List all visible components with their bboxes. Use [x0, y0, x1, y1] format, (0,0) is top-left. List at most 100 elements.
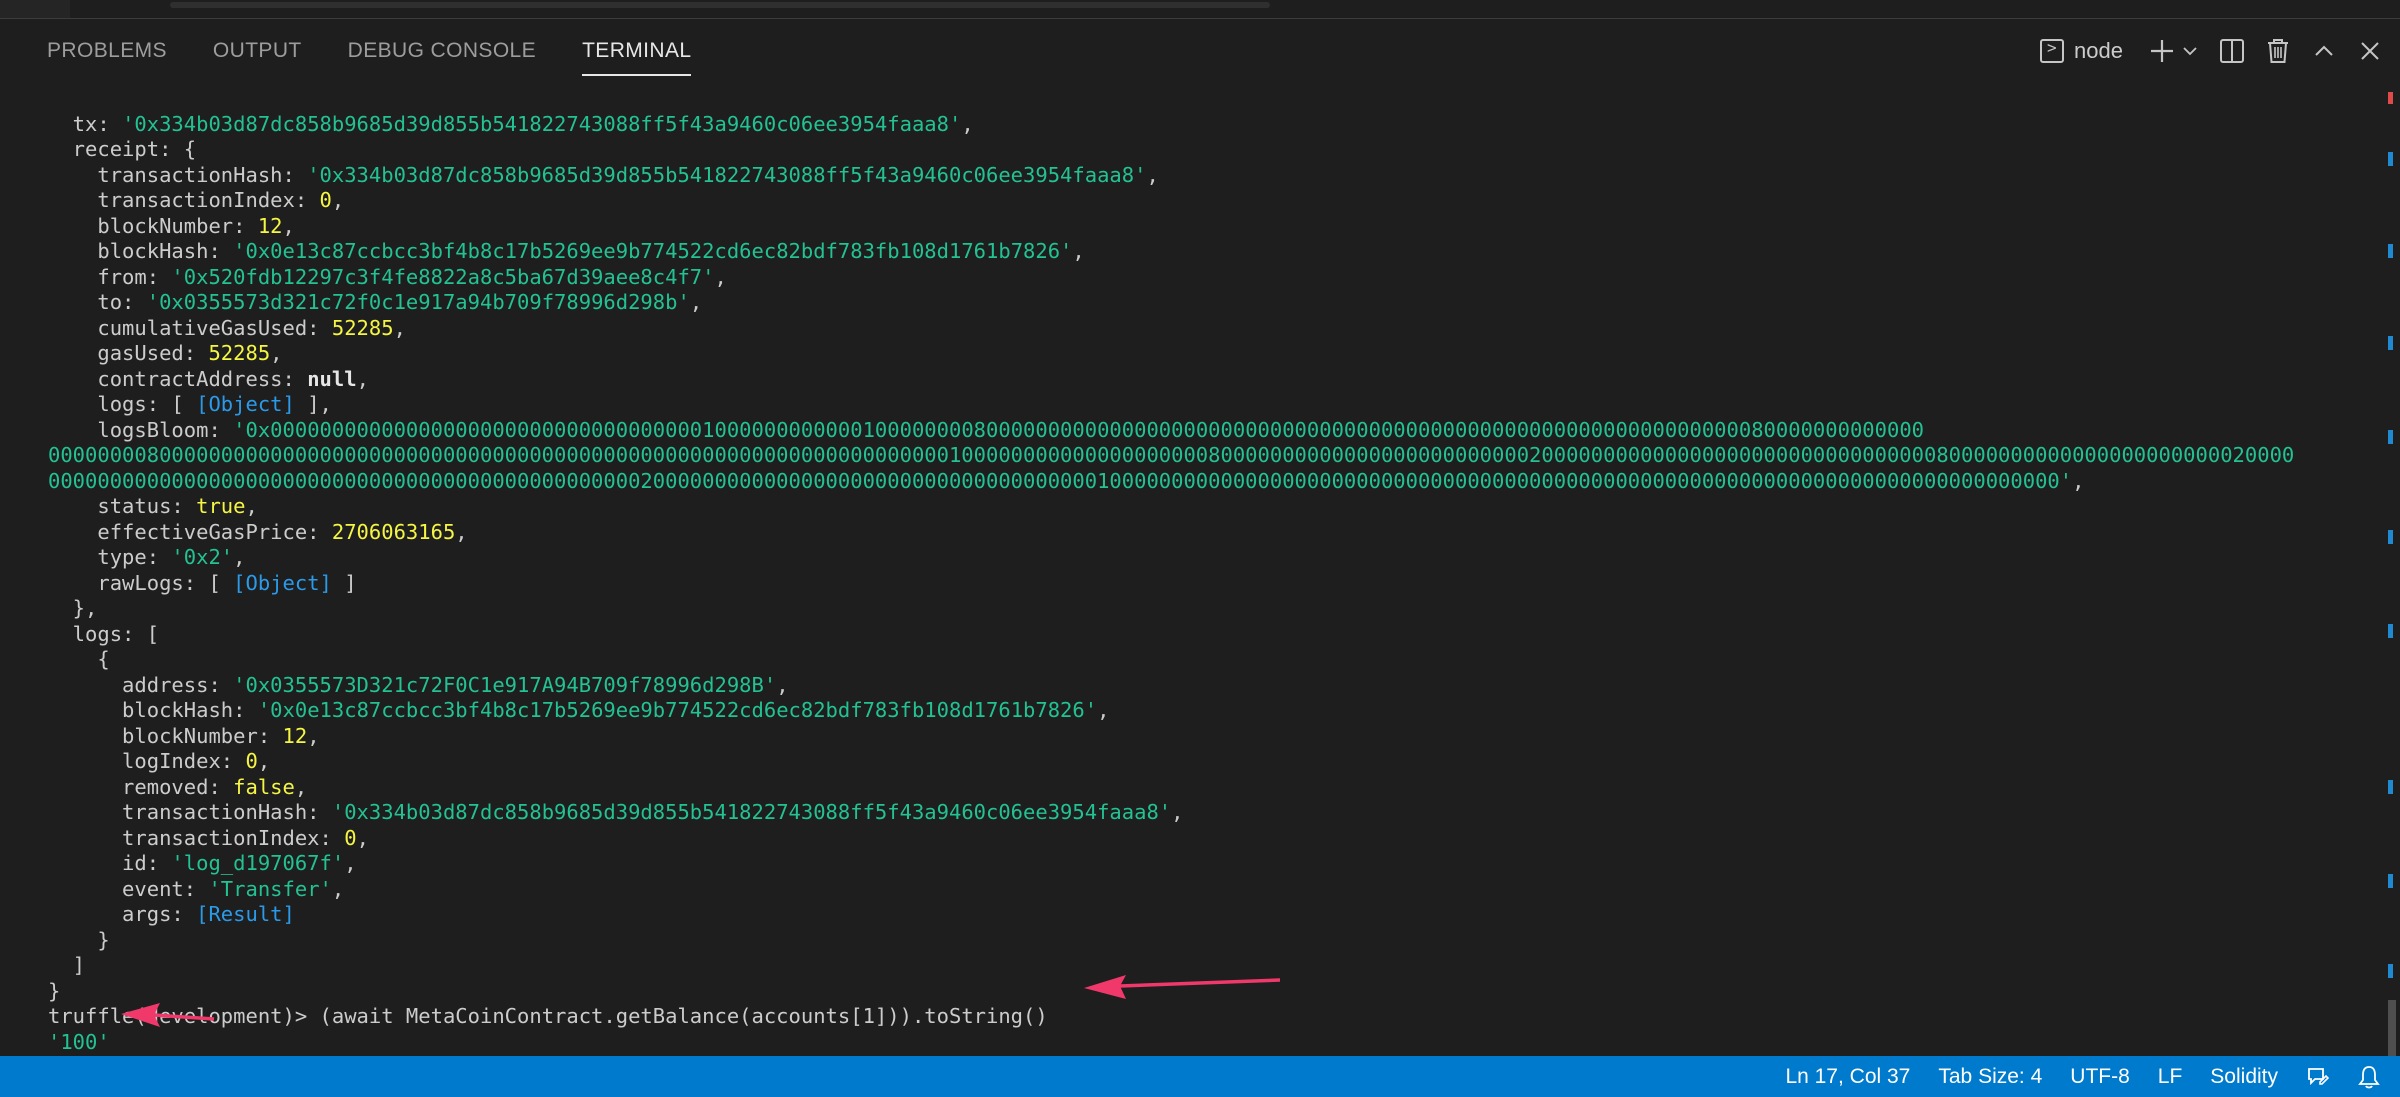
terminal-line: to: '0x0355573d321c72f0c1e917a94b709f789…	[48, 290, 2368, 316]
ruler-mark	[2388, 336, 2393, 350]
terminal-line: status: true,	[48, 494, 2368, 520]
terminal-token: ,	[307, 723, 320, 748]
close-icon	[2361, 42, 2379, 60]
terminal-line: address: '0x0355573D321c72F0C1e917A94B70…	[48, 673, 2368, 699]
terminal-line: effectiveGasPrice: 2706063165,	[48, 520, 2368, 546]
terminal-token: '0x2'	[171, 545, 234, 569]
notifications-button[interactable]	[2344, 1056, 2400, 1097]
feedback-button[interactable]	[2292, 1056, 2344, 1097]
split-icon	[2220, 39, 2244, 63]
terminal-token: 'log_d197067f'	[171, 851, 345, 875]
plus-icon	[2151, 40, 2173, 62]
result-arrow-annotation	[121, 1003, 215, 1027]
terminal-token: }	[48, 978, 61, 1003]
terminal-token: 0	[344, 825, 357, 850]
status-tab-size[interactable]: Tab Size: 4	[1924, 1056, 2056, 1097]
terminal-token: ,	[257, 749, 271, 773]
split-terminal-button[interactable]	[2212, 31, 2252, 71]
terminal-token: '0x0355573D321c72F0C1e917A94B709f78996d2…	[233, 672, 777, 697]
editor-area-remnant	[0, 0, 2400, 19]
terminal-token: effectiveGasPrice:	[48, 519, 332, 544]
terminal-token: },	[48, 596, 98, 620]
terminal-token: receipt: {	[48, 137, 197, 161]
terminal-token: 52285	[331, 315, 394, 340]
ruler-mark	[2388, 624, 2393, 638]
terminal-token: '0x0355573d321c72f0c1e917a94b709f78996d2…	[146, 290, 690, 314]
terminal-token: ,	[233, 545, 246, 569]
terminal-token: ,	[455, 519, 468, 544]
command-arrow-annotation	[1084, 975, 1280, 999]
terminal-token: (await MetaCoinContract.getBalance(accou…	[319, 1004, 1048, 1028]
tab-terminal[interactable]: TERMINAL	[582, 18, 692, 84]
tab-debug-console[interactable]: DEBUG CONSOLE	[348, 18, 536, 84]
terminal-line: tx: '0x334b03d87dc858b9685d39d855b541822…	[48, 112, 2368, 138]
status-cursor-position[interactable]: Ln 17, Col 37	[1771, 1056, 1924, 1097]
terminal-line: },	[48, 596, 2368, 622]
terminal-token: id:	[48, 851, 172, 875]
scrollbar-thumb[interactable]	[2388, 1000, 2396, 1056]
terminal-token: logIndex:	[48, 749, 246, 773]
terminal-token: true	[196, 494, 246, 518]
status-encoding[interactable]: UTF-8	[2056, 1056, 2144, 1097]
terminal-line: type: '0x2',	[48, 545, 2368, 571]
terminal-token: ,	[1171, 800, 1184, 824]
terminal-token: 2706063165	[331, 519, 456, 544]
overview-ruler[interactable]	[2384, 84, 2400, 1056]
tab-output[interactable]: OUTPUT	[213, 18, 302, 84]
terminal-token: type:	[48, 545, 172, 569]
editor-gutter	[0, 0, 70, 18]
new-terminal-button[interactable]	[2142, 31, 2182, 71]
terminal-token: blockNumber:	[48, 723, 283, 748]
terminal-token: ,	[344, 851, 357, 875]
kill-terminal-button[interactable]	[2258, 31, 2298, 71]
launch-profile-button[interactable]	[2179, 31, 2201, 71]
terminal-output[interactable]: tx: '0x334b03d87dc858b9685d39d855b541822…	[48, 86, 2368, 1057]
terminal-token: ,	[331, 876, 345, 901]
ruler-mark	[2388, 874, 2393, 888]
terminal-selector[interactable]: node	[2030, 31, 2133, 71]
status-language[interactable]: Solidity	[2196, 1056, 2292, 1097]
terminal-token: ,	[1146, 162, 1159, 187]
ruler-mark	[2388, 244, 2393, 258]
ruler-mark	[2388, 530, 2393, 544]
terminal-line: transactionIndex: 0,	[48, 188, 2368, 214]
close-panel-button[interactable]	[2350, 31, 2390, 71]
terminal-token: '0x0000000000000000000000000000000000010…	[233, 417, 1925, 442]
terminal-token: '100'	[48, 1029, 110, 1054]
editor-code-line	[170, 2, 1270, 8]
terminal-token: [Result]	[196, 902, 295, 926]
terminal-token: '0x334b03d87dc858b9685d39d855b5418227430…	[331, 800, 1172, 824]
terminal-token: contractAddress:	[48, 366, 308, 391]
terminal-line: {	[48, 647, 2368, 673]
terminal-token: ,	[714, 264, 727, 289]
terminal-token: ,	[393, 315, 406, 340]
terminal-line: '100'	[48, 1030, 2368, 1056]
terminal-line: logs: [	[48, 622, 2368, 648]
panel-header: PROBLEMS OUTPUT DEBUG CONSOLE TERMINAL n…	[0, 18, 2400, 84]
terminal-token: args:	[48, 902, 197, 926]
terminal-line: contractAddress: null,	[48, 367, 2368, 393]
terminal-token: blockHash:	[48, 239, 234, 263]
terminal-line: 0000000080000000000000000000000000000000…	[48, 443, 2368, 469]
terminal-line: 0000000000000000000000000000000000000000…	[48, 469, 2368, 495]
terminal-token: logsBloom:	[48, 417, 234, 442]
terminal-token: }	[48, 927, 110, 952]
maximize-panel-button[interactable]	[2304, 31, 2344, 71]
terminal-token: from:	[48, 264, 172, 289]
terminal-token: ,	[282, 213, 295, 238]
terminal-token: 'Transfer'	[208, 876, 332, 901]
terminal-line: transactionIndex: 0,	[48, 826, 2368, 852]
terminal-name: node	[2074, 38, 2123, 63]
status-eol[interactable]: LF	[2144, 1056, 2197, 1097]
terminal-token: ,	[245, 494, 258, 518]
panel-actions: node	[2030, 18, 2400, 84]
terminal-token: 52285	[208, 341, 271, 365]
terminal-token: 12	[257, 213, 283, 238]
terminal-line: transactionHash: '0x334b03d87dc858b9685d…	[48, 163, 2368, 189]
tab-problems[interactable]: PROBLEMS	[47, 18, 167, 84]
terminal-token: '0x334b03d87dc858b9685d39d855b5418227430…	[122, 111, 962, 136]
terminal-token: transactionIndex:	[48, 825, 345, 850]
terminal-token: ]	[331, 570, 357, 595]
panel-tabs: PROBLEMS OUTPUT DEBUG CONSOLE TERMINAL	[47, 18, 737, 84]
terminal-line: logs: [ [Object] ],	[48, 392, 2368, 418]
